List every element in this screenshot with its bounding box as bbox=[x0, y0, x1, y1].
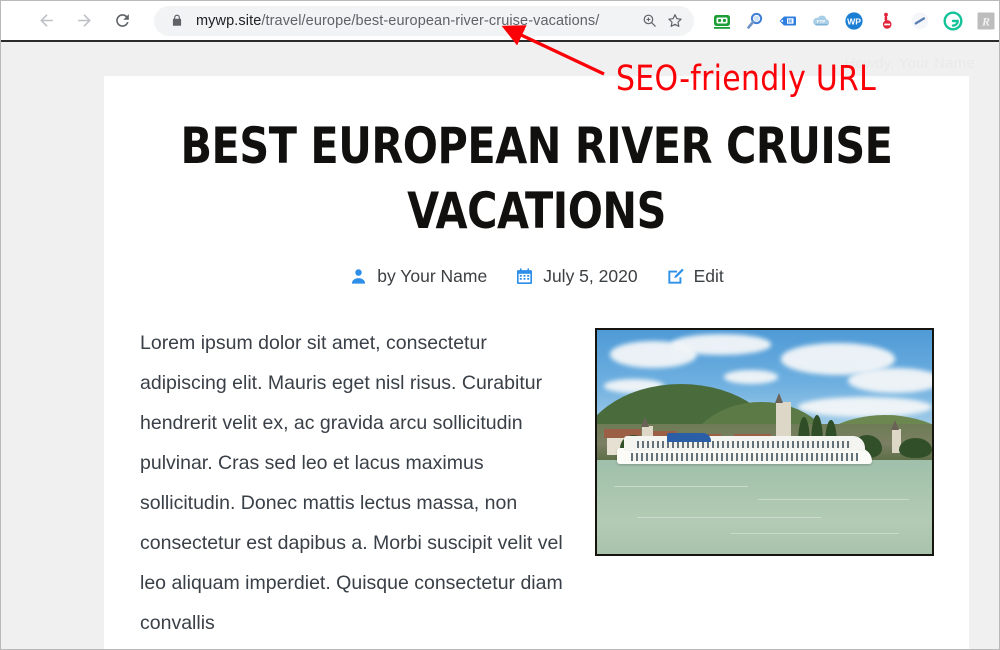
photo-wave bbox=[637, 517, 822, 519]
blocker-extension-icon[interactable] bbox=[877, 11, 897, 31]
post-date-label: July 5, 2020 bbox=[543, 266, 638, 286]
calendar-icon bbox=[517, 268, 533, 285]
photo-cloud bbox=[724, 370, 778, 384]
extensions-bar: FTP WP R bbox=[712, 10, 996, 31]
bookmark-button[interactable] bbox=[662, 8, 688, 34]
url-host: mywp.site bbox=[196, 12, 262, 29]
page-title: Best European River Cruise Vacations bbox=[180, 117, 893, 240]
zoom-indicator-button[interactable] bbox=[636, 8, 662, 34]
river-cruise-photo bbox=[595, 328, 934, 556]
cloud-extension-icon[interactable]: FTP bbox=[811, 11, 831, 31]
cloud-icon: FTP bbox=[813, 15, 830, 26]
svg-text:R: R bbox=[981, 14, 990, 28]
url-text: mywp.site/travel/europe/best-european-ri… bbox=[196, 13, 636, 29]
star-icon bbox=[668, 13, 682, 27]
browser-toolbar: mywp.site/travel/europe/best-european-ri… bbox=[1, 1, 999, 42]
edit-pencil-icon bbox=[667, 268, 684, 284]
forward-arrow-icon bbox=[77, 14, 91, 27]
back-arrow-icon bbox=[39, 14, 53, 27]
photo-cloud bbox=[848, 368, 932, 393]
post-card: Best European River Cruise Vacations by … bbox=[104, 76, 969, 649]
grammarly-icon bbox=[943, 10, 963, 31]
screenshot-frame: mywp.site/travel/europe/best-european-ri… bbox=[0, 0, 1000, 650]
blocker-icon bbox=[882, 12, 892, 29]
magnifier-icon bbox=[747, 12, 763, 29]
admin-bar-howdy[interactable]: Howdy, Your Name bbox=[845, 55, 976, 72]
robot-icon bbox=[714, 14, 730, 29]
back-button[interactable] bbox=[31, 6, 61, 36]
post-edit-label[interactable]: Edit bbox=[694, 266, 724, 287]
photo-wave bbox=[613, 485, 748, 487]
person-icon bbox=[352, 269, 366, 284]
script-extension-icon[interactable]: R bbox=[976, 11, 996, 31]
photo-ship-windows bbox=[630, 453, 859, 462]
zoom-in-icon bbox=[643, 14, 656, 27]
post-edit-link[interactable]: Edit bbox=[666, 266, 724, 287]
magnifier-extension-icon[interactable] bbox=[745, 11, 765, 31]
post-date: July 5, 2020 bbox=[515, 266, 638, 287]
address-bar[interactable]: mywp.site/travel/europe/best-european-ri… bbox=[154, 5, 694, 36]
post-author-label: by Your Name bbox=[377, 266, 488, 286]
tag-extension-icon[interactable] bbox=[778, 11, 798, 31]
photo-water bbox=[597, 459, 932, 554]
wordpress-extension-icon[interactable]: WP bbox=[844, 11, 864, 31]
grammarly-extension-icon[interactable] bbox=[943, 10, 963, 31]
post-author: by Your Name bbox=[349, 266, 487, 287]
photo-wave bbox=[731, 532, 899, 534]
wordpress-icon: WP bbox=[845, 11, 863, 30]
page-viewport: Howdy, Your Name Best European River Cru… bbox=[1, 44, 999, 649]
forward-button[interactable] bbox=[69, 6, 99, 36]
reload-button[interactable] bbox=[107, 6, 137, 36]
photo-wave bbox=[757, 499, 909, 501]
photo-tree bbox=[898, 437, 932, 458]
pen-extension-icon[interactable] bbox=[910, 11, 930, 31]
photo-ship-bridge bbox=[667, 433, 711, 442]
svg-text:FTP: FTP bbox=[817, 19, 826, 24]
lock-icon bbox=[172, 14, 182, 26]
post-body: Lorem ipsum dolor sit amet, consectetur … bbox=[104, 323, 969, 643]
photo-cloud bbox=[670, 334, 772, 355]
pen-icon bbox=[911, 12, 929, 29]
robot-extension-icon[interactable] bbox=[712, 11, 732, 31]
reload-icon bbox=[115, 14, 129, 27]
post-meta: by Your Name July 5, 2020 Edit bbox=[104, 266, 969, 287]
url-path: /travel/europe/best-european-river-cruis… bbox=[261, 12, 600, 29]
svg-text:WP: WP bbox=[847, 16, 861, 26]
script-icon: R bbox=[977, 12, 995, 29]
tag-icon bbox=[779, 16, 796, 25]
